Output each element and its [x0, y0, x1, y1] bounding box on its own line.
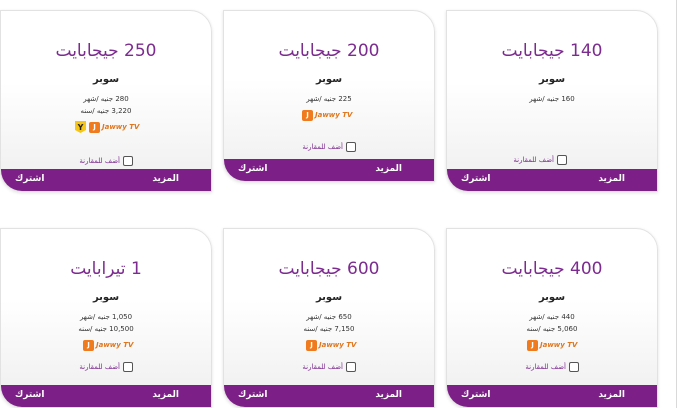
more-button[interactable]: المزيد	[375, 390, 402, 400]
jawwy-tv-badge: J Jawwy TV	[302, 109, 352, 121]
plan-title: 1 تيرابايت	[70, 259, 142, 279]
compare-label: أضف للمقارنة	[525, 363, 566, 371]
jawwy-tv-logo-icon: J	[527, 339, 538, 351]
add-to-compare[interactable]: أضف للمقارنة	[302, 362, 356, 372]
compare-label: أضف للمقارنة	[513, 156, 554, 164]
plan-title: 600 جيجابايت	[278, 259, 380, 279]
subscribe-button[interactable]: اشترك	[15, 174, 44, 184]
plan-type-label: سوبر	[92, 74, 120, 85]
plan-card: 400 جيجابايت سوبر 440 جنيه /شهر 5,060 جن…	[446, 228, 658, 408]
plan-title: 250 جيجابايت	[55, 41, 157, 61]
plan-type-label: سوبر	[538, 292, 566, 303]
jawwy-tv-badge: Y J Jawwy TV	[75, 121, 139, 133]
jawwy-tv-logo-icon: J	[306, 339, 317, 351]
plan-type-label: سوبر	[92, 292, 120, 303]
card-footer: اشترك المزيد	[447, 385, 657, 407]
jawwy-tv-logo-icon: J	[89, 121, 100, 133]
compare-checkbox[interactable]	[557, 155, 567, 165]
jawwy-tv-logo-icon: J	[302, 109, 313, 121]
compare-label: أضف للمقارنة	[302, 363, 343, 371]
compare-checkbox[interactable]	[346, 362, 356, 372]
plan-card: 200 جيجابايت سوبر 225 جنيه /شهر J Jawwy …	[223, 10, 435, 182]
jawwy-tv-label: Jawwy TV	[102, 123, 140, 131]
subscribe-button[interactable]: اشترك	[461, 174, 490, 184]
add-to-compare[interactable]: أضف للمقارنة	[513, 155, 567, 165]
plan-title: 140 جيجابايت	[501, 41, 603, 61]
plan-card: 250 جيجابايت سوبر 280 جنيه /شهر 3,220 جن…	[0, 10, 212, 192]
price-monthly: 280 جنيه /شهر	[83, 95, 129, 103]
jawwy-tv-label: Jawwy TV	[315, 111, 353, 119]
add-to-compare[interactable]: أضف للمقارنة	[79, 362, 133, 372]
price-yearly: 5,060 جنيه /سنه	[526, 325, 578, 333]
add-to-compare[interactable]: أضف للمقارنة	[302, 142, 356, 152]
price-monthly: 1,050 جنيه /شهر	[79, 313, 133, 321]
compare-label: أضف للمقارنة	[79, 157, 120, 165]
plan-card: 600 جيجابايت سوبر 650 جنيه /شهر 7,150 جن…	[223, 228, 435, 408]
plan-type-label: سوبر	[315, 74, 343, 85]
subscribe-button[interactable]: اشترك	[15, 390, 44, 400]
shahid-logo-icon: Y	[75, 121, 86, 133]
plan-title: 400 جيجابايت	[501, 259, 603, 279]
add-to-compare[interactable]: أضف للمقارنة	[79, 156, 133, 166]
subscribe-button[interactable]: اشترك	[461, 390, 490, 400]
plan-card: 1 تيرابايت سوبر 1,050 جنيه /شهر 10,500 ج…	[0, 228, 212, 408]
compare-checkbox[interactable]	[569, 362, 579, 372]
more-button[interactable]: المزيد	[598, 174, 625, 184]
plan-type-label: سوبر	[315, 292, 343, 303]
price-monthly: 650 جنيه /شهر	[306, 313, 352, 321]
price-monthly: 225 جنيه /شهر	[306, 95, 352, 103]
price-yearly: 10,500 جنيه /سنه	[78, 325, 134, 333]
plan-card: 140 جيجابايت سوبر 160 جنيه /شهر أضف للمق…	[446, 10, 658, 192]
jawwy-tv-logo-icon: J	[83, 339, 94, 351]
more-button[interactable]: المزيد	[598, 390, 625, 400]
price-yearly: 7,150 جنيه /سنه	[303, 325, 355, 333]
subscribe-button[interactable]: اشترك	[238, 164, 267, 174]
compare-checkbox[interactable]	[123, 156, 133, 166]
card-footer: اشترك المزيد	[447, 169, 657, 191]
jawwy-tv-label: Jawwy TV	[96, 341, 134, 349]
jawwy-tv-badge: J Jawwy TV	[306, 339, 356, 351]
more-button[interactable]: المزيد	[152, 390, 179, 400]
jawwy-tv-badge: J Jawwy TV	[527, 339, 577, 351]
plan-type-label: سوبر	[538, 74, 566, 85]
card-footer: اشترك المزيد	[1, 385, 211, 407]
page-edge-divider	[676, 0, 677, 408]
jawwy-tv-label: Jawwy TV	[540, 341, 578, 349]
price-yearly: 3,220 جنيه /سنه	[80, 107, 132, 115]
more-button[interactable]: المزيد	[375, 164, 402, 174]
plan-title: 200 جيجابايت	[278, 41, 380, 61]
add-to-compare[interactable]: أضف للمقارنة	[525, 362, 579, 372]
card-footer: اشترك المزيد	[1, 169, 211, 191]
compare-label: أضف للمقارنة	[79, 363, 120, 371]
compare-label: أضف للمقارنة	[302, 143, 343, 151]
compare-checkbox[interactable]	[123, 362, 133, 372]
compare-checkbox[interactable]	[346, 142, 356, 152]
price-monthly: 160 جنيه /شهر	[529, 95, 575, 103]
more-button[interactable]: المزيد	[152, 174, 179, 184]
price-monthly: 440 جنيه /شهر	[529, 313, 575, 321]
subscribe-button[interactable]: اشترك	[238, 390, 267, 400]
card-footer: اشترك المزيد	[224, 159, 434, 181]
card-footer: اشترك المزيد	[224, 385, 434, 407]
jawwy-tv-label: Jawwy TV	[319, 341, 357, 349]
jawwy-tv-badge: J Jawwy TV	[83, 339, 133, 351]
